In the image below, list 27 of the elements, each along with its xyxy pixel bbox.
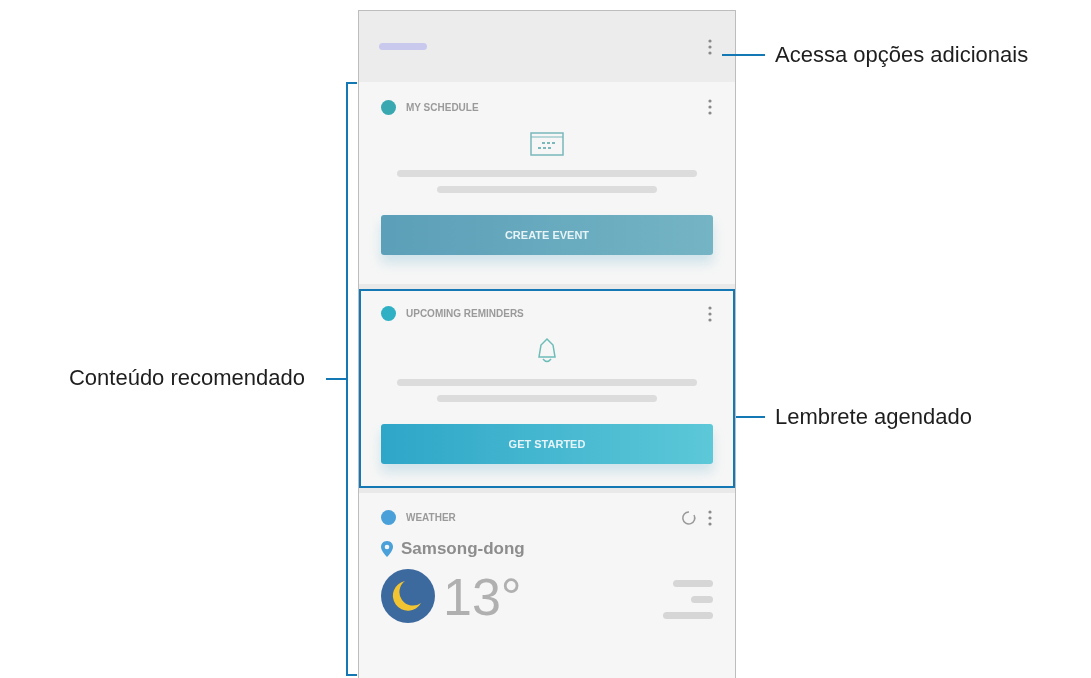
card-title: UPCOMING REMINDERS: [406, 308, 525, 320]
refresh-icon[interactable]: [681, 509, 697, 526]
callout-label: Conteúdo recomendado: [68, 365, 305, 391]
more-options-icon[interactable]: [707, 304, 713, 323]
moon-icon: [381, 568, 435, 623]
leader-line: [326, 378, 346, 380]
app-icon: [381, 99, 396, 115]
calendar-icon: [530, 130, 564, 156]
blurred-title: [379, 43, 427, 50]
app-icon: [381, 306, 396, 322]
card-title: WEATHER: [406, 512, 457, 524]
app-icon: [381, 510, 396, 526]
card-title: MY SCHEDULE: [406, 101, 480, 113]
more-options-icon[interactable]: [707, 98, 713, 116]
action-button[interactable]: GET STARTED: [381, 423, 713, 464]
blurred-text-line: [673, 579, 713, 587]
more-options-icon[interactable]: [707, 37, 713, 56]
blurred-text-line: [663, 611, 713, 619]
callout-label: Acessa opções adicionais: [775, 42, 1029, 68]
more-options-icon[interactable]: [707, 508, 713, 527]
temperature: 13°: [443, 570, 522, 623]
leader-line: [722, 54, 765, 56]
action-button[interactable]: CREATE EVENT: [381, 215, 713, 255]
callout-label: Lembrete agendado: [775, 404, 972, 430]
location-pin-icon: [381, 540, 393, 557]
blurred-text-line: [691, 595, 713, 603]
location-name: Samsong-dong: [401, 538, 525, 559]
